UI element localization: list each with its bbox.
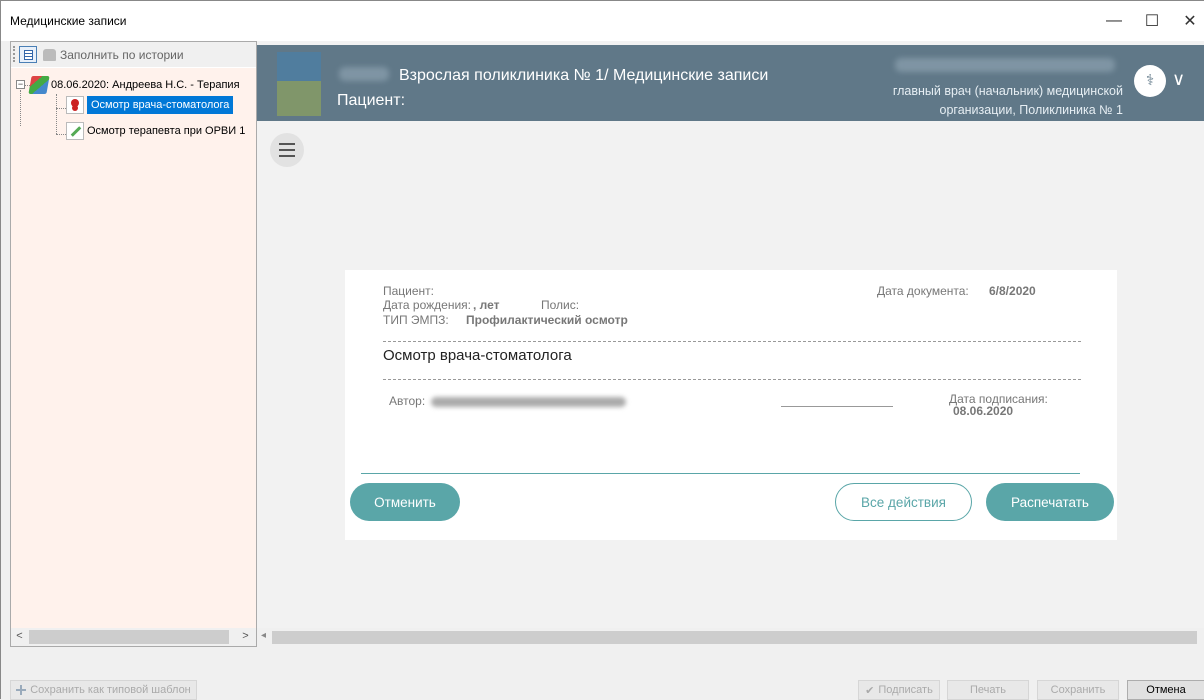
window-title: Медицинские записи xyxy=(10,14,127,28)
tree-connector xyxy=(56,94,57,134)
history-icon xyxy=(43,49,56,61)
sign-label: Подписать xyxy=(878,684,933,696)
tree-connector xyxy=(20,90,21,126)
document-date-label: Дата документа: xyxy=(877,284,969,298)
save-as-template-button[interactable]: Сохранить как типовой шаблон xyxy=(10,680,197,700)
emz-type-label: ТИП ЭМПЗ: xyxy=(383,313,449,327)
document-date-value: 6/8/2020 xyxy=(989,284,1036,298)
toolbar-grip[interactable] xyxy=(13,46,16,62)
chevron-down-icon[interactable]: ∨ xyxy=(1172,69,1185,90)
fill-from-history-button[interactable]: Заполнить по истории xyxy=(43,48,184,62)
edit-icon xyxy=(66,122,84,140)
tree-node-label: 08.06.2020: Андреева Н.С. - Терапия xyxy=(51,79,240,91)
tree-node-dentist[interactable]: Осмотр врача-стоматолога xyxy=(66,96,234,114)
tree-toolbar: Заполнить по истории xyxy=(11,42,256,67)
scroll-thumb[interactable] xyxy=(29,630,229,644)
redacted-text xyxy=(339,67,389,81)
patient-header: Пациент: xyxy=(337,92,406,109)
doctor-role: главный врач (начальник) медицинской орг… xyxy=(892,84,1123,117)
cancel-button[interactable]: Отмена xyxy=(1127,680,1204,700)
policy-label: Полис: xyxy=(541,298,580,312)
document-title: Осмотр врача-стоматолога xyxy=(383,347,572,364)
author-row: Автор: xyxy=(389,394,627,408)
clinic-logo xyxy=(277,52,321,116)
close-button[interactable]: ✕ xyxy=(1167,1,1204,41)
patient-label: Пациент: xyxy=(383,284,435,298)
scroll-right-icon[interactable]: > xyxy=(237,630,254,644)
checkmark-icon: ✔ xyxy=(865,684,875,697)
print-document-button[interactable]: Распечатать xyxy=(986,483,1114,521)
clinic-title: Взрослая поликлиника № 1/ Медицинские за… xyxy=(399,67,769,84)
actions-divider xyxy=(361,473,1080,474)
plus-icon xyxy=(16,685,27,695)
records-tree-panel: Заполнить по истории − 08.06.2020: Андре… xyxy=(10,41,257,647)
award-icon xyxy=(66,96,84,114)
print-button[interactable]: Печать xyxy=(947,680,1029,700)
sign-button[interactable]: ✔ Подписать xyxy=(858,680,940,700)
sign-date-value: 08.06.2020 xyxy=(953,404,1014,418)
viewer-horizontal-scrollbar[interactable]: ◂ xyxy=(257,628,1204,647)
stethoscope-icon[interactable]: ⚕ xyxy=(1134,65,1166,97)
scroll-left-icon[interactable]: < xyxy=(11,630,28,644)
collapse-icon[interactable]: − xyxy=(16,80,25,89)
grid-view-icon[interactable] xyxy=(19,46,37,63)
tree-node-label: Осмотр терапевта при ОРВИ 1 xyxy=(87,125,246,137)
redacted-author xyxy=(431,396,627,407)
signature-line xyxy=(781,406,893,407)
emz-type-value: Профилактический осмотр xyxy=(466,313,628,327)
age-value: , лет xyxy=(473,298,500,312)
medical-records-window: Медицинские записи — ☐ ✕ Заполнить по ис… xyxy=(0,0,1204,700)
case-icon xyxy=(28,76,50,94)
tree-node-therapist[interactable]: Осмотр терапевта при ОРВИ 1 xyxy=(66,122,245,140)
title-bar: Медицинские записи — ☐ ✕ xyxy=(1,1,1204,41)
divider xyxy=(383,341,1081,342)
save-as-template-label: Сохранить как типовой шаблон xyxy=(30,684,191,696)
tree-horizontal-scrollbar[interactable]: < > xyxy=(11,628,256,646)
author-label: Автор: xyxy=(389,394,426,408)
records-tree: − 08.06.2020: Андреева Н.С. - Терапия Ос… xyxy=(11,68,256,628)
birth-date-label: Дата рождения: xyxy=(383,298,471,312)
tree-connector xyxy=(56,134,66,135)
cancel-document-button[interactable]: Отменить xyxy=(350,483,460,521)
tree-connector xyxy=(56,108,66,109)
tree-node-label: Осмотр врача-стоматолога xyxy=(87,96,234,114)
scroll-thumb[interactable] xyxy=(272,631,1197,644)
divider xyxy=(383,379,1081,380)
scroll-left-icon[interactable]: ◂ xyxy=(261,630,266,641)
bottom-action-bar: Сохранить как типовой шаблон ✔ Подписать… xyxy=(1,647,1204,700)
tree-node-root[interactable]: 08.06.2020: Андреева Н.С. - Терапия xyxy=(28,76,240,94)
save-button[interactable]: Сохранить xyxy=(1037,680,1119,700)
hamburger-menu-button[interactable] xyxy=(270,133,304,167)
fill-from-history-label: Заполнить по истории xyxy=(60,48,184,62)
all-actions-button[interactable]: Все действия xyxy=(835,483,972,521)
document-viewer: Взрослая поликлиника № 1/ Медицинские за… xyxy=(257,41,1204,647)
app-header: Взрослая поликлиника № 1/ Медицинские за… xyxy=(257,45,1204,121)
document-card: Пациент: Дата рождения: , лет Полис: ТИП… xyxy=(345,270,1117,540)
redacted-user-name xyxy=(895,58,1115,72)
